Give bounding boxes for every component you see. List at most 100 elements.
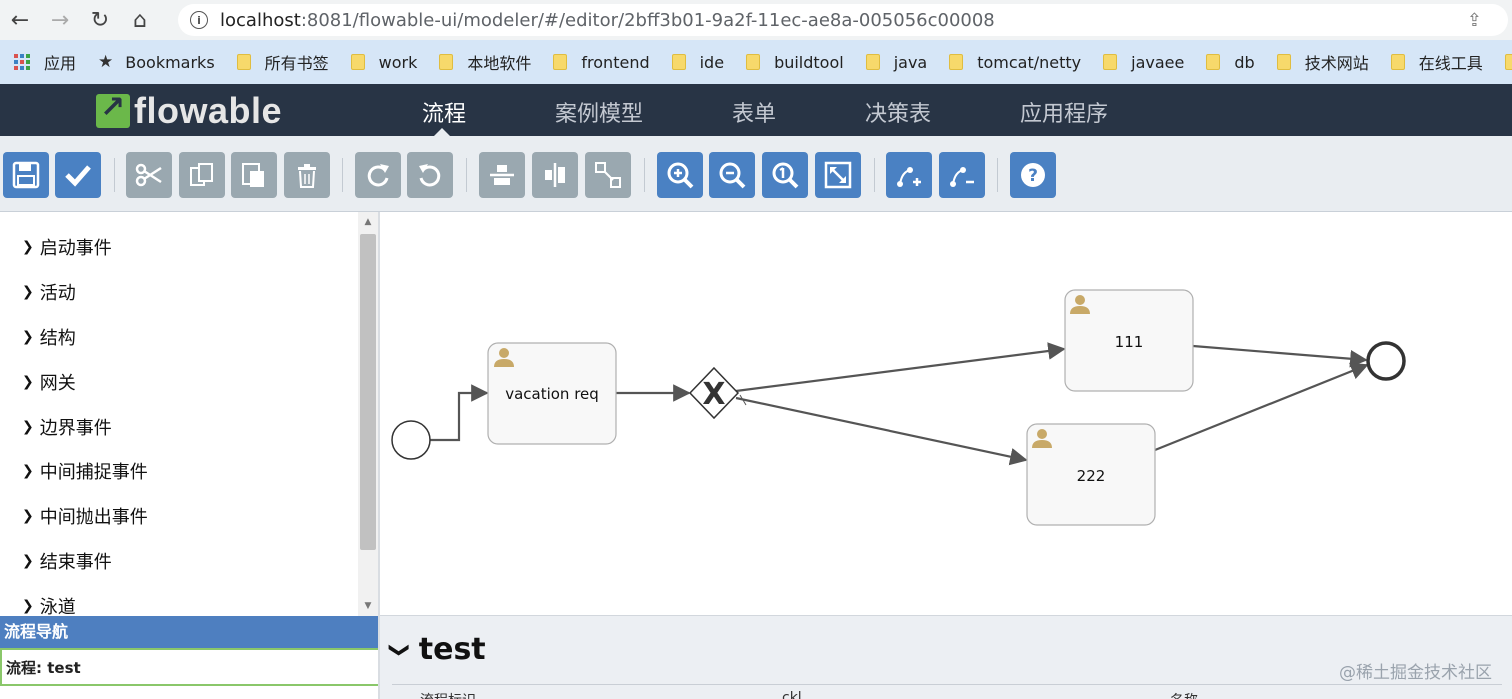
diagram-canvas[interactable]: vacation req X 111 222 (380, 213, 1512, 615)
property-label: 流程标识 (420, 690, 476, 699)
palette-group-swimlanes[interactable]: ❯ 泳道 (22, 593, 76, 616)
zoom-out-button[interactable] (709, 152, 755, 198)
exclusive-gateway[interactable]: X (688, 366, 740, 420)
bpmn-diagram[interactable]: vacation req X 111 222 (380, 213, 1512, 615)
toolbar-separator (466, 158, 467, 192)
zoom-fit-button[interactable] (815, 152, 861, 198)
flowable-logo[interactable]: flowable (96, 90, 282, 132)
cut-button[interactable] (126, 152, 172, 198)
home-icon[interactable]: ⌂ (120, 0, 160, 40)
palette-group-structural[interactable]: ❯ 结构 (22, 324, 76, 350)
bookmark-folder[interactable]: javaee (1103, 53, 1184, 72)
folder-icon (1206, 54, 1221, 70)
bookmark-folder[interactable]: 技术网站 (1276, 50, 1369, 74)
end-event[interactable] (1366, 341, 1406, 381)
align-horizontal-button[interactable] (479, 152, 525, 198)
bookmarks-bar: 应用 ★ Bookmarks 所有书签 work 本地软件 frontend i… (0, 40, 1512, 84)
bookmark-folder[interactable]: ide (671, 53, 724, 72)
palette-group-boundary-events[interactable]: ❯ 边界事件 (22, 414, 112, 440)
zoom-actual-button[interactable] (762, 152, 808, 198)
sequence-flow[interactable] (1192, 344, 1368, 368)
sequence-flow[interactable] (430, 384, 489, 442)
palette-group-end-events[interactable]: ❯ 结束事件 (22, 548, 112, 574)
bookmark-folder[interactable]: work (350, 53, 417, 72)
tab-apps[interactable]: 应用程序 (1020, 96, 1108, 128)
folder-icon (439, 54, 454, 70)
remove-bendpoint-button[interactable] (939, 152, 985, 198)
add-bendpoint-button[interactable] (886, 152, 932, 198)
process-navigator-item[interactable]: 流程: test (0, 648, 380, 686)
start-event[interactable] (391, 420, 431, 460)
palette-scrollbar[interactable]: ▲ ▼ (358, 212, 378, 616)
folder-icon (865, 54, 880, 70)
url-text[interactable]: localhost:8081/flowable-ui/modeler/#/edi… (220, 10, 995, 31)
bookmark-folder[interactable]: buildtool (746, 53, 844, 72)
zoom-in-button[interactable] (657, 152, 703, 198)
zoom-in-icon (667, 162, 694, 189)
info-icon[interactable]: i (190, 11, 208, 29)
checkmark-icon (65, 165, 91, 187)
user-task-111[interactable]: 111 (1064, 289, 1194, 392)
chevron-right-icon: ❯ (22, 284, 34, 300)
bookmark-folder[interactable]: 本地软件 (439, 50, 531, 74)
tab-forms[interactable]: 表单 (732, 96, 776, 128)
scrollbar-thumb[interactable] (360, 234, 376, 550)
sequence-flow[interactable] (735, 342, 1066, 393)
bookmark-folder[interactable]: C (1504, 53, 1512, 72)
bookmark-bookmarks[interactable]: ★ Bookmarks (98, 52, 215, 72)
copy-icon (190, 163, 213, 186)
help-button[interactable]: ? (1010, 152, 1056, 198)
palette-group-catching-events[interactable]: ❯ 中间捕捉事件 (22, 458, 148, 484)
sequence-flow[interactable] (735, 396, 1028, 466)
forward-arrow-icon[interactable]: → (40, 0, 80, 40)
user-task-vacation-req[interactable]: vacation req (487, 342, 617, 445)
paste-button[interactable] (231, 152, 277, 198)
svg-text:?: ? (1028, 166, 1038, 186)
back-arrow-icon[interactable]: ← (0, 0, 40, 40)
task-label: 111 (1115, 333, 1144, 351)
paste-icon (242, 163, 264, 187)
bookmark-folder[interactable]: 在线工具 (1390, 50, 1483, 74)
palette-group-start-events[interactable]: ❯ 启动事件 (22, 234, 112, 260)
bookmark-folder[interactable]: db (1206, 53, 1255, 72)
zoom-out-icon (719, 162, 746, 189)
chevron-right-icon: ❯ (22, 374, 34, 390)
scroll-up-arrow-icon[interactable]: ▲ (358, 214, 378, 230)
undo-button[interactable] (407, 152, 453, 198)
folder-icon (746, 54, 761, 70)
toolbar-separator (114, 158, 115, 192)
toolbar-separator (342, 158, 343, 192)
tab-decision-tables[interactable]: 决策表 (865, 96, 931, 128)
shape-palette: ❯ 启动事件 ❯ 活动 ❯ 结构 ❯ 网关 ❯ 边界事件 ❯ 中间捕捉事件 ❯ 中间抛出事件 … (0, 212, 378, 616)
palette-group-gateways[interactable]: ❯ 网关 (22, 369, 76, 395)
reload-icon[interactable]: ↻ (80, 0, 120, 40)
same-size-button[interactable] (585, 152, 631, 198)
help-icon: ? (1021, 163, 1045, 187)
bookmark-folder[interactable]: java (865, 53, 927, 72)
share-icon[interactable]: ⇪ (1467, 10, 1482, 31)
palette-group-throwing-events[interactable]: ❯ 中间抛出事件 (22, 503, 148, 529)
palette-group-activities[interactable]: ❯ 活动 (22, 279, 76, 305)
bookmark-apps[interactable]: 应用 (14, 50, 76, 74)
tab-case-models[interactable]: 案例模型 (555, 96, 643, 128)
bookmark-folder[interactable]: frontend (553, 53, 650, 72)
bookmark-folder[interactable]: 所有书签 (236, 50, 329, 74)
validate-button[interactable] (55, 152, 101, 198)
property-value[interactable]: ckl (782, 690, 802, 699)
redo-button[interactable] (355, 152, 401, 198)
properties-title[interactable]: ❯ test (388, 632, 485, 667)
scroll-down-arrow-icon[interactable]: ▼ (358, 598, 378, 614)
chevron-down-icon[interactable]: ❯ (388, 641, 412, 658)
save-button[interactable] (3, 152, 49, 198)
bookmark-folder[interactable]: tomcat/netty (949, 53, 1081, 72)
folder-icon (553, 54, 568, 70)
chevron-right-icon: ❯ (22, 553, 34, 569)
align-vertical-button[interactable] (532, 152, 578, 198)
copy-button[interactable] (179, 152, 225, 198)
url-field[interactable]: i localhost:8081/flowable-ui/modeler/#/e… (178, 4, 1508, 36)
delete-button[interactable] (284, 152, 330, 198)
folder-icon (1504, 54, 1512, 70)
user-task-222[interactable]: 222 (1026, 423, 1156, 526)
tab-process[interactable]: 流程 (422, 96, 466, 128)
toolbar-separator (874, 158, 875, 192)
